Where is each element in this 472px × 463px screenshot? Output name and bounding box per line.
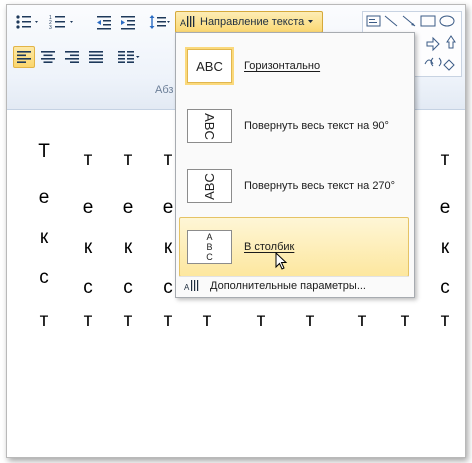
- text-char: с: [440, 277, 450, 298]
- text-char: т: [400, 310, 410, 331]
- horizontal-preview-text: ABC: [196, 58, 223, 74]
- text-char: т: [83, 310, 93, 331]
- svg-text:3: 3: [49, 25, 52, 30]
- menu-item-rotate-90-label: Повернуть весь текст на 90°: [244, 120, 389, 132]
- bullets-icon: [16, 15, 38, 29]
- text-direction-label: Направление текста: [200, 16, 305, 28]
- more-options-label: Дополнительные параметры...: [210, 280, 366, 292]
- mouse-cursor-icon: [275, 252, 288, 270]
- columns-button[interactable]: [115, 46, 145, 68]
- text-char: т: [123, 149, 133, 170]
- text-direction-options-icon: A: [184, 280, 199, 292]
- text-char: с: [123, 277, 133, 298]
- align-right-icon: [65, 51, 79, 63]
- text-char: т: [440, 310, 450, 331]
- justify-icon: [89, 51, 103, 63]
- text-char: т: [256, 310, 266, 331]
- align-center-button[interactable]: [37, 46, 59, 68]
- align-right-button[interactable]: [61, 46, 83, 68]
- line-spacing-icon: [149, 15, 170, 29]
- decrease-indent-icon: [97, 16, 111, 30]
- menu-item-horizontal[interactable]: ABC Горизонтально: [179, 36, 409, 96]
- align-left-button[interactable]: [13, 46, 35, 68]
- text-char: к: [440, 237, 450, 258]
- text-char: к: [123, 237, 133, 258]
- more-options-item[interactable]: A Дополнительные параметры...: [179, 276, 409, 295]
- text-char: е: [38, 187, 50, 208]
- line-spacing-button[interactable]: [147, 11, 173, 33]
- rotate-90-preview-text: ABC: [201, 112, 217, 140]
- word-window: 1 2 3 A Направление текста Абз Т е к с т…: [6, 4, 466, 458]
- numbering-button[interactable]: 1 2 3: [47, 11, 79, 33]
- text-direction-icon: A: [180, 16, 195, 28]
- stacked-preview-text: A B C: [206, 232, 213, 262]
- text-char: к: [39, 227, 49, 248]
- paragraph-group-label: Абз: [155, 84, 174, 96]
- rotate-90-preview-icon: ABC: [187, 109, 232, 143]
- rotate-270-preview-icon: ABC: [187, 169, 232, 203]
- menu-item-rotate-90[interactable]: ABC Повернуть весь текст на 90°: [179, 96, 409, 156]
- columns-icon: [118, 51, 140, 63]
- justify-button[interactable]: [85, 46, 107, 68]
- horizontal-preview-icon: ABC: [187, 49, 232, 83]
- text-char: к: [83, 237, 93, 258]
- stacked-preview-icon: A B C: [187, 230, 232, 264]
- text-char: е: [122, 197, 134, 218]
- increase-indent-button[interactable]: [117, 11, 139, 33]
- bullets-button[interactable]: [13, 11, 43, 33]
- text-char: е: [82, 197, 94, 218]
- align-center-icon: [41, 51, 55, 63]
- align-left-icon: [17, 51, 31, 63]
- text-char: е: [439, 197, 451, 218]
- text-char: с: [39, 267, 49, 288]
- text-char: т: [163, 310, 173, 331]
- svg-text:A: A: [180, 18, 186, 28]
- menu-item-rotate-270[interactable]: ABC Повернуть весь текст на 270°: [179, 156, 409, 216]
- text-char: Т: [38, 141, 50, 162]
- decrease-indent-button[interactable]: [93, 11, 115, 33]
- text-direction-menu: ABC Горизонтально ABC Повернуть весь тек…: [175, 32, 415, 298]
- text-char: т: [123, 310, 133, 331]
- text-char: т: [440, 149, 450, 170]
- increase-indent-icon: [121, 16, 135, 30]
- text-char: с: [83, 277, 93, 298]
- text-char: т: [357, 310, 367, 331]
- menu-item-rotate-270-label: Повернуть весь текст на 270°: [244, 180, 396, 192]
- text-char: т: [202, 310, 212, 331]
- chevron-down-icon: [308, 20, 314, 23]
- text-direction-button[interactable]: A Направление текста: [175, 11, 323, 33]
- text-char: т: [305, 310, 315, 331]
- rotate-270-preview-text: ABC: [201, 172, 217, 200]
- svg-text:A: A: [184, 283, 190, 292]
- menu-item-stacked[interactable]: A B C В столбик: [179, 217, 409, 277]
- text-char: т: [39, 310, 49, 331]
- menu-item-horizontal-label: Горизонтально: [244, 60, 321, 72]
- text-char: т: [83, 149, 93, 170]
- numbering-icon: 1 2 3: [49, 15, 73, 30]
